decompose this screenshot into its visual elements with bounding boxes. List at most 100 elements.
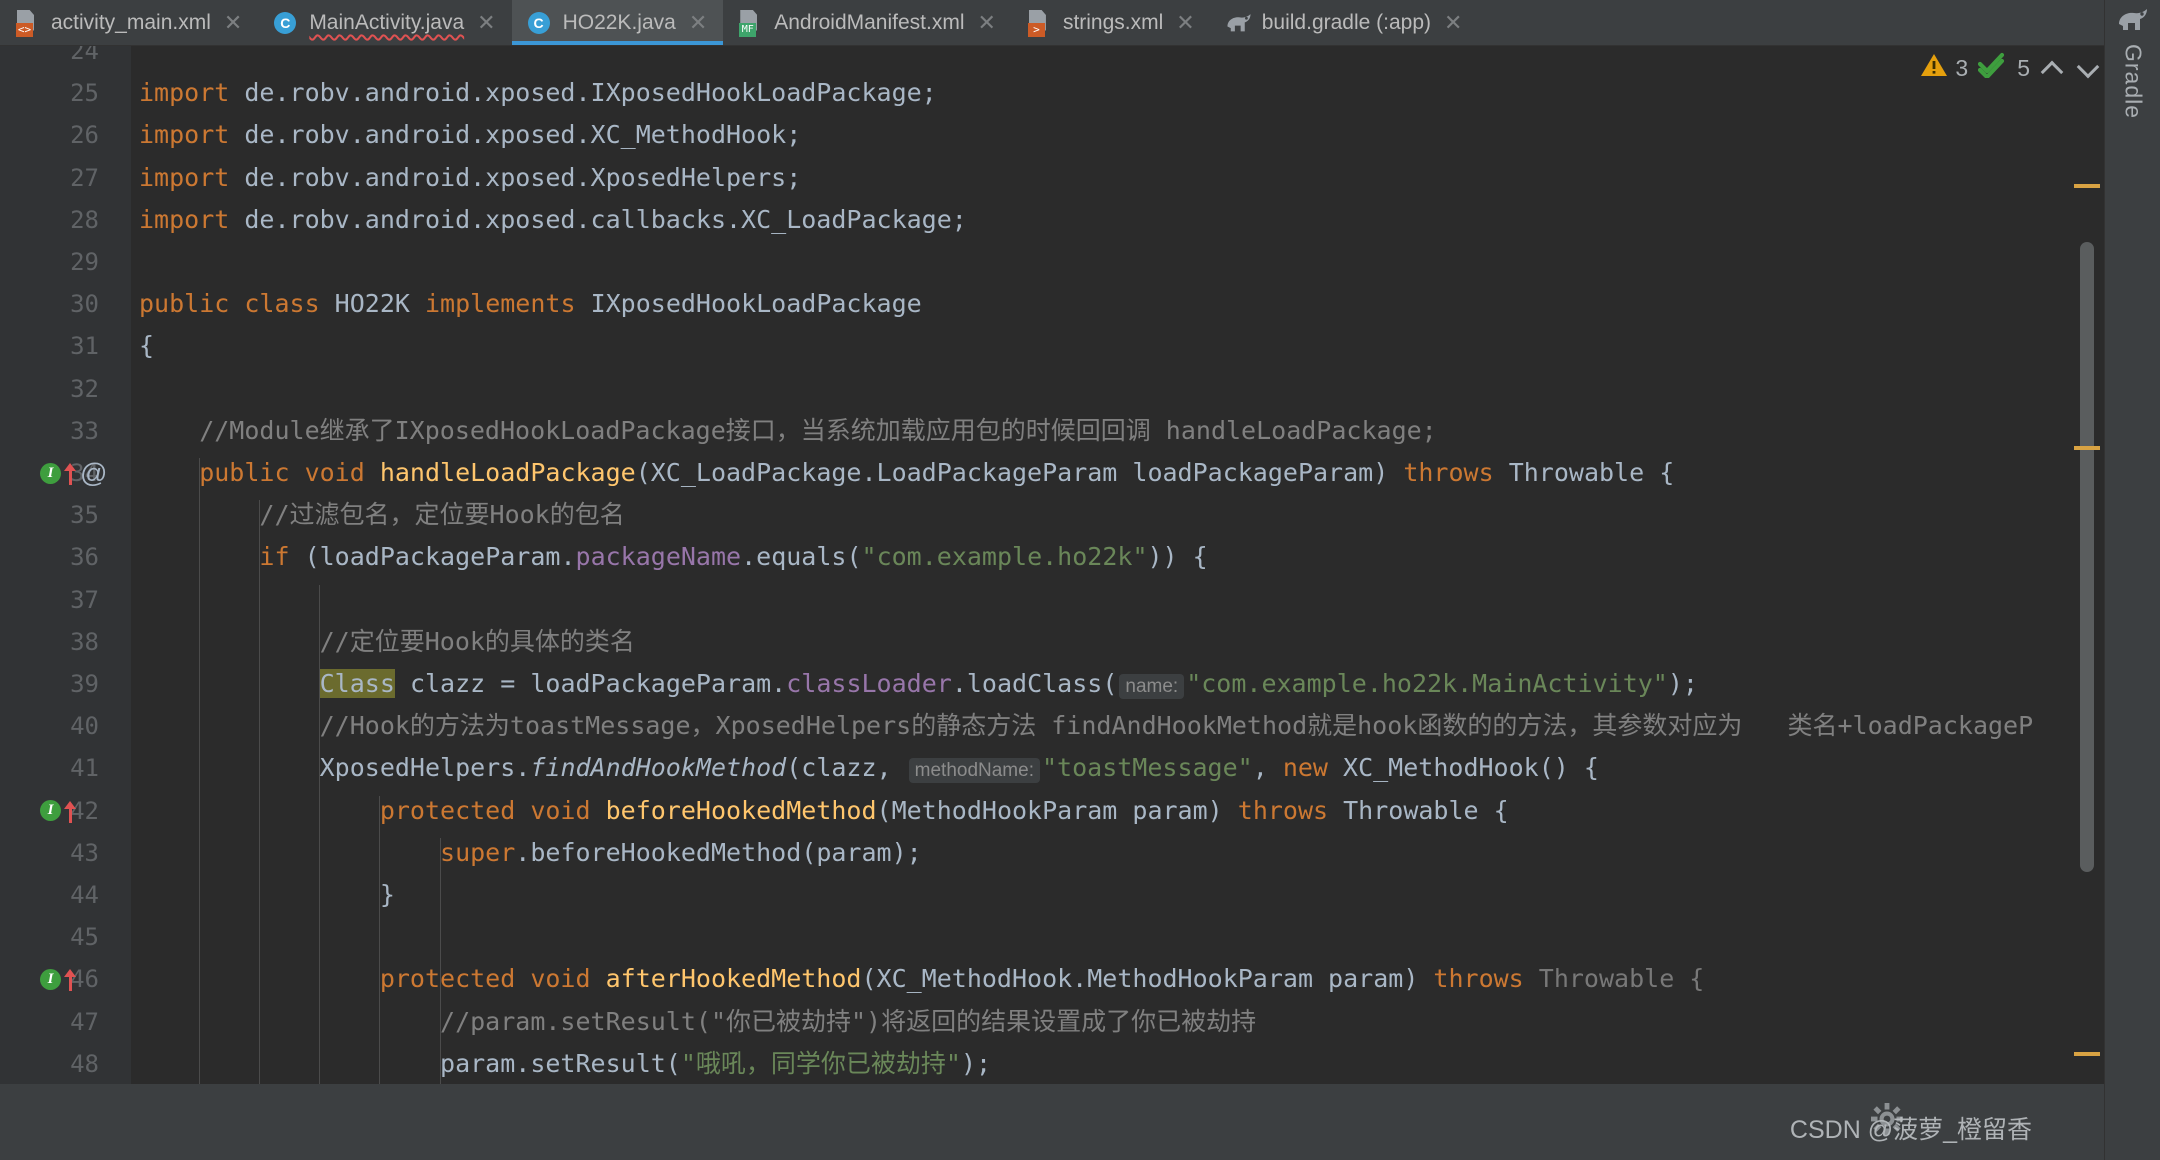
code-line[interactable]: //定位要Hook的具体的类名 [139,621,635,663]
line-number: 28 [70,199,99,241]
code-token: , [1253,753,1283,782]
error-stripe-mark[interactable] [2074,1052,2100,1056]
code-token: .loadClass( [952,669,1118,698]
close-icon[interactable]: ✕ [1176,12,1194,34]
code-token: param.setResult( [139,1049,681,1078]
implements-icon[interactable]: I [40,969,61,990]
code-token: public class [139,289,335,318]
code-line[interactable]: import de.robv.android.xposed.IXposedHoo… [139,72,937,114]
code-token: de.robv.android.xposed.callbacks.XC_Load… [244,205,966,234]
code-line[interactable]: //param.setResult("你已被劫持")将返回的结果设置成了你已被劫… [139,1001,1256,1043]
code-token: de.robv.android.xposed.XposedHelpers; [244,163,801,192]
editor-gutter[interactable]: 2425262728293031323334353637383940414243… [0,46,131,1084]
error-stripe-mark[interactable] [2074,184,2100,188]
editor-error-stripe[interactable] [2070,46,2104,1084]
line-number: 48 [70,1043,99,1084]
code-line[interactable]: protected void afterHookedMethod(XC_Meth… [139,958,1704,1000]
close-icon[interactable]: ✕ [477,12,495,34]
inspection-ok-count: 5 [2017,55,2030,82]
override-arrow-icon[interactable] [64,461,77,485]
code-line[interactable]: { [139,325,154,367]
code-line[interactable]: } [139,874,395,916]
editor-tab-3[interactable]: MFAndroidManifest.xml✕ [723,0,1012,45]
code-token: XC_MethodHook() { [1343,753,1599,782]
code-token: .beforeHookedMethod(param); [515,838,921,867]
editor-tab-4[interactable]: > strings.xml ✕ [1012,0,1211,45]
close-icon[interactable]: ✕ [224,12,242,34]
editor-tab-5[interactable]: build.gradle (:app)✕ [1211,0,1479,45]
indent-guide [379,796,380,1084]
code-token: de.robv.android.xposed.IXposedHookLoadPa… [244,78,936,107]
next-problem-icon[interactable] [2076,55,2102,81]
code-token: handleLoadPackage [380,458,636,487]
line-number: 39 [70,663,99,705]
overriding-method-marker[interactable]: I [40,790,77,832]
code-line[interactable]: //Hook的方法为toastMessage，XposedHelpers的静态方… [139,705,2033,747]
code-text-area[interactable]: import de.robv.android.xposed.IXposedHoo… [131,46,2070,1084]
watermark-text: CSDN @菠萝_橙留香 [1790,1110,2032,1146]
code-line[interactable]: XposedHelpers.findAndHookMethod(clazz, m… [139,747,1599,789]
code-line[interactable]: public class HO22K implements IXposedHoo… [139,283,922,325]
code-token: Throwable { [1509,458,1675,487]
code-token: ); [1668,669,1698,698]
indent-guide [319,585,320,1084]
parameter-hint: name: [1119,674,1184,699]
code-line[interactable]: protected void beforeHookedMethod(Method… [139,790,1509,832]
code-token: throws [1403,458,1508,487]
inspection-ok-indicator[interactable]: 5 [1978,52,2030,84]
close-icon[interactable]: ✕ [1444,12,1462,34]
code-line[interactable]: public void handleLoadPackage(XC_LoadPac… [139,452,1674,494]
code-line[interactable]: import de.robv.android.xposed.callbacks.… [139,199,967,241]
line-number: 32 [70,368,99,410]
code-token: new [1283,753,1343,782]
code-line[interactable]: //过滤包名，定位要Hook的包名 [139,494,625,536]
code-token: import [139,163,244,192]
previous-problem-icon[interactable] [2040,55,2066,81]
code-token: Throwable { [1539,964,1705,993]
implements-method-marker[interactable]: I@ [40,452,107,494]
override-arrow-icon[interactable] [64,967,77,991]
line-number: 24 [70,46,99,72]
override-arrow-icon[interactable] [64,799,77,823]
close-icon[interactable]: ✕ [689,12,707,34]
code-token [139,669,320,698]
code-token: .equals( [741,542,861,571]
line-number: 43 [70,832,99,874]
line-number: 37 [70,579,99,621]
code-line[interactable]: Class clazz = loadPackageParam.classLoad… [139,663,1698,705]
error-stripe-mark[interactable] [2074,446,2100,450]
code-token: (clazz, [786,753,906,782]
close-icon[interactable]: ✕ [978,12,996,34]
code-token: (XC_LoadPackage.LoadPackageParam loadPac… [636,458,1404,487]
tool-window-button-gradle[interactable]: Gradle [2105,8,2160,119]
code-token: implements [425,289,591,318]
code-line[interactable]: import de.robv.android.xposed.XC_MethodH… [139,114,801,156]
implements-icon[interactable]: I [40,463,61,484]
code-token: //Module继承了IXposedHookLoadPackage接口，当系统加… [139,416,1437,445]
code-token: XposedHelpers. [139,753,530,782]
code-line[interactable]: if (loadPackageParam.packageName.equals(… [139,536,1208,578]
line-number: 41 [70,747,99,789]
editor-scrollbar-thumb[interactable] [2080,242,2094,872]
code-line[interactable]: //Module继承了IXposedHookLoadPackage接口，当系统加… [139,410,1437,452]
implements-icon[interactable]: I [40,800,61,821]
code-token: afterHookedMethod [606,964,862,993]
editor-tab-2[interactable]: CHO22K.java✕ [512,0,724,45]
code-token: (XC_MethodHook.MethodHookParam param) [861,964,1433,993]
code-line[interactable]: super.beforeHookedMethod(param); [139,832,922,874]
indent-guide [259,500,260,1084]
editor-tab-0[interactable]: <>activity_main.xml✕ [0,0,258,45]
code-token: import [139,120,244,149]
line-number: 26 [70,114,99,156]
warning-triangle-icon [1920,52,1948,84]
editor-tab-1[interactable]: CMainActivity.java✕ [258,0,511,45]
editor-tab-label: strings.xml [1063,12,1163,33]
code-editor[interactable]: 2425262728293031323334353637383940414243… [0,46,2160,1084]
code-line[interactable]: import de.robv.android.xposed.XposedHelp… [139,157,801,199]
code-token: "com.example.ho22k" [862,542,1148,571]
overriding-method-marker[interactable]: I [40,958,77,1000]
warning-indicator[interactable]: 3 [1920,52,1968,84]
code-line[interactable]: param.setResult("哦吼，同学你已被劫持"); [139,1043,991,1084]
line-number: 31 [70,325,99,367]
xml-values-file-icon: > [1026,9,1052,37]
